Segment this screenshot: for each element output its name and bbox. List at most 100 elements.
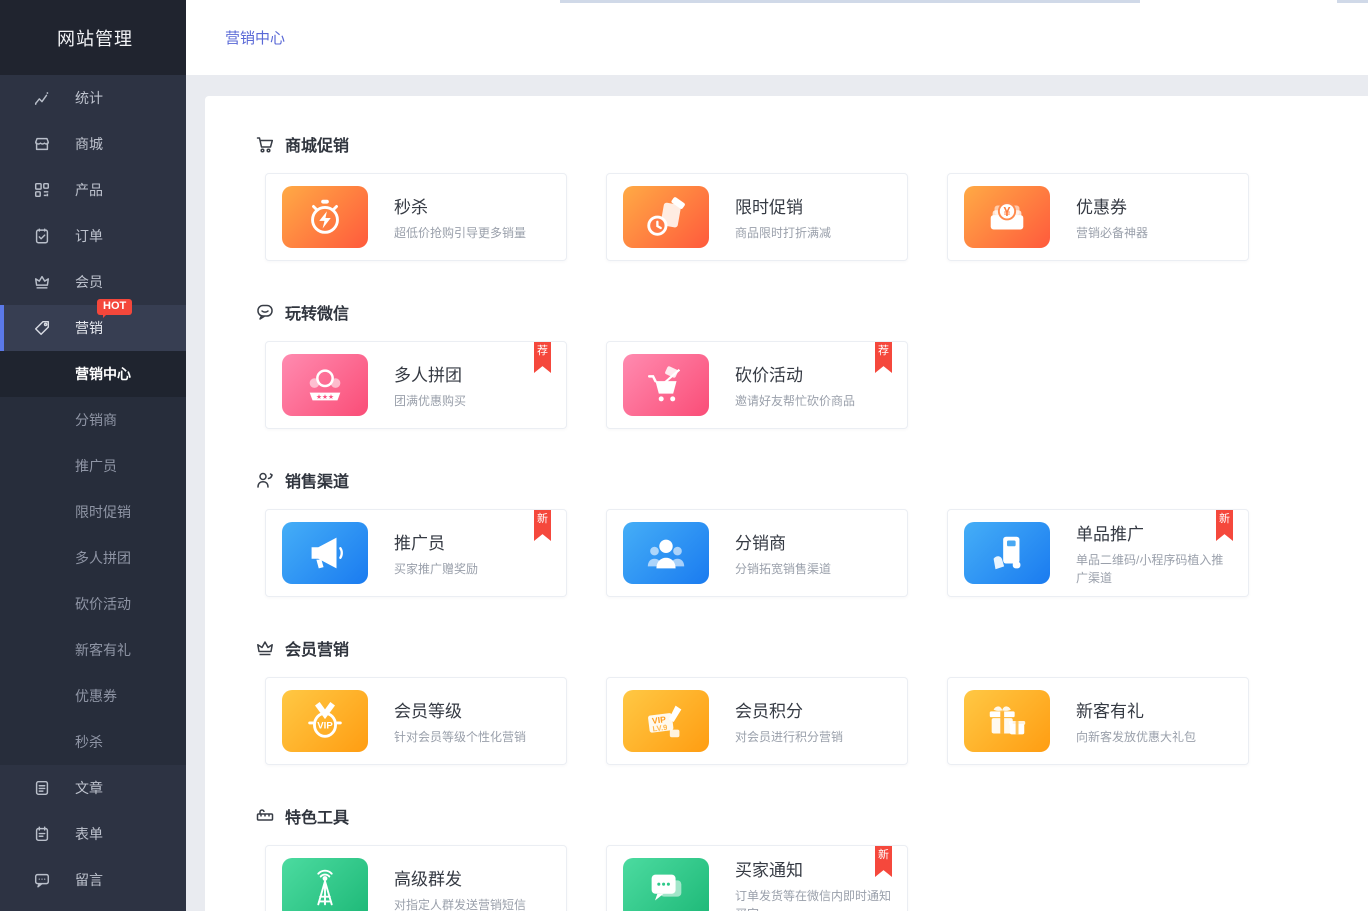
topbar: 营销中心 <box>186 0 1368 75</box>
stars-glyph: ★★★ <box>316 394 334 401</box>
card-desc: 对指定人群发送营销短信 <box>394 896 526 911</box>
section-member-marketing: 会员营销 VIP 会员等级 针对会员等级个性化营销 VI <box>255 637 1328 765</box>
sidebar-item-label: 会员 <box>75 272 103 292</box>
card-desc: 针对会员等级个性化营销 <box>394 728 526 746</box>
submenu-item-bargain[interactable]: 砍价活动 <box>0 581 186 627</box>
card-title: 会员等级 <box>394 697 526 722</box>
submenu-item-group-buy[interactable]: 多人拼团 <box>0 535 186 581</box>
card-title: 砍价活动 <box>735 361 855 386</box>
card-member-level[interactable]: VIP 会员等级 针对会员等级个性化营销 <box>265 677 567 765</box>
wechat-chat-icon <box>255 302 275 322</box>
card-desc: 订单发货等在微信内即时通知买家 <box>735 887 893 911</box>
section-special-tools: 特色工具 高级群发 对指定人群发送营销短信 <box>255 805 1328 911</box>
sidebar-title: 网站管理 <box>0 0 186 75</box>
app-window: 网站管理 统计 商城 产品 订单 <box>0 0 1368 911</box>
content-area: 商城促销 秒杀 超低价抢购引导更多销量 <box>186 75 1368 911</box>
sidebar-item-label: 文章 <box>75 778 103 798</box>
submenu-item-new-customer[interactable]: 新客有礼 <box>0 627 186 673</box>
section-header: 特色工具 <box>255 805 1328 827</box>
card-group-buy[interactable]: ★★★ 多人拼团 团满优惠购买 荐 <box>265 341 567 429</box>
card-promoter[interactable]: 推广员 买家推广赠奖励 新 <box>265 509 567 597</box>
card-member-points[interactable]: VIPLV.9 会员积分 对会员进行积分营销 <box>606 677 908 765</box>
tab-marketing-center[interactable]: 营销中心 <box>225 0 285 75</box>
broadcast-tower-icon <box>282 858 368 911</box>
card-title: 单品推广 <box>1076 520 1234 545</box>
section-sales-channels: 销售渠道 推广员 买家推广赠奖励 新 <box>255 469 1328 597</box>
submenu-item-seckill[interactable]: 秒杀 <box>0 719 186 765</box>
submenu-item-distributors[interactable]: 分销商 <box>0 397 186 443</box>
sidebar-item-products[interactable]: 产品 <box>0 167 186 213</box>
submenu-item-marketing-center[interactable]: 营销中心 <box>0 351 186 397</box>
cart-icon <box>255 134 275 154</box>
card-buyer-notice[interactable]: 买家通知 订单发货等在微信内即时通知买家 新 <box>606 845 908 911</box>
marketing-icon <box>33 319 51 337</box>
browser-top-line <box>1337 0 1368 3</box>
sidebar-item-label: 表单 <box>75 824 103 844</box>
vip-card-icon: VIPLV.9 <box>623 690 709 752</box>
section-title: 会员营销 <box>285 636 349 660</box>
sidebar-item-orders[interactable]: 订单 <box>0 213 186 259</box>
sidebar-item-stats[interactable]: 统计 <box>0 75 186 121</box>
seckill-stopwatch-icon <box>282 186 368 248</box>
chart-icon <box>33 89 51 107</box>
section-title: 特色工具 <box>285 804 349 828</box>
sidebar: 网站管理 统计 商城 产品 订单 <box>0 0 186 911</box>
section-header: 会员营销 <box>255 637 1328 659</box>
sidebar-item-marketing[interactable]: 营销 HOT <box>0 305 186 351</box>
sidebar-item-messages[interactable]: 留言 <box>0 857 186 903</box>
cards-row: 推广员 买家推广赠奖励 新 分销商 分销拓宽销售渠道 <box>265 509 1328 597</box>
marketing-panel: 商城促销 秒杀 超低价抢购引导更多销量 <box>205 96 1368 911</box>
card-title: 优惠券 <box>1076 193 1148 218</box>
sidebar-item-articles[interactable]: 文章 <box>0 765 186 811</box>
section-title: 销售渠道 <box>285 468 349 492</box>
gift-boxes-icon <box>964 690 1050 752</box>
cards-row: VIP 会员等级 针对会员等级个性化营销 VIPLV.9 会员积分 <box>265 677 1328 765</box>
megaphone-icon <box>282 522 368 584</box>
sidebar-item-label: 留言 <box>75 870 103 890</box>
sidebar-item-label: 产品 <box>75 180 103 200</box>
card-desc: 分销拓宽销售渠道 <box>735 560 831 578</box>
card-new-customer-gift[interactable]: 新客有礼 向新客发放优惠大礼包 <box>947 677 1249 765</box>
card-desc: 邀请好友帮忙砍价商品 <box>735 392 855 410</box>
crown-icon <box>255 638 275 658</box>
section-wechat: 玩转微信 ★★★ 多人拼团 团满优惠购买 荐 <box>255 301 1328 429</box>
card-distributor[interactable]: 分销商 分销拓宽销售渠道 <box>606 509 908 597</box>
card-single-item-promo[interactable]: 单品推广 单品二维码/小程序码植入推广渠道 新 <box>947 509 1249 597</box>
store-icon <box>33 135 51 153</box>
sidebar-item-label: 订单 <box>75 226 103 246</box>
card-desc: 商品限时打折满减 <box>735 224 831 242</box>
person-share-icon <box>255 470 275 490</box>
card-desc: 团满优惠购买 <box>394 392 466 410</box>
card-limited-promo[interactable]: 限时促销 商品限时打折满减 <box>606 173 908 261</box>
message-icon <box>33 871 51 889</box>
sidebar-item-members[interactable]: 会员 <box>0 259 186 305</box>
sidebar-item-mall[interactable]: 商城 <box>0 121 186 167</box>
recommend-ribbon: 荐 <box>875 342 892 373</box>
card-title: 新客有礼 <box>1076 697 1196 722</box>
limited-time-icon <box>623 186 709 248</box>
submenu-item-coupons[interactable]: 优惠券 <box>0 673 186 719</box>
card-desc: 买家推广赠奖励 <box>394 560 478 578</box>
submenu-item-promoters[interactable]: 推广员 <box>0 443 186 489</box>
submenu-item-limited-promo[interactable]: 限时促销 <box>0 489 186 535</box>
section-header: 玩转微信 <box>255 301 1328 323</box>
card-title: 高级群发 <box>394 865 526 890</box>
card-bulk-sms[interactable]: 高级群发 对指定人群发送营销短信 <box>265 845 567 911</box>
card-bargain[interactable]: 砍价活动 邀请好友帮忙砍价商品 荐 <box>606 341 908 429</box>
card-desc: 营销必备神器 <box>1076 224 1148 242</box>
sidebar-item-forms[interactable]: 表单 <box>0 811 186 857</box>
card-coupon[interactable]: ¥ 优惠券 营销必备神器 <box>947 173 1249 261</box>
section-header: 销售渠道 <box>255 469 1328 491</box>
chat-notify-icon <box>623 858 709 911</box>
cards-row: 秒杀 超低价抢购引导更多销量 限时促销 商品限时打折满减 <box>265 173 1328 261</box>
sidebar-item-label: 商城 <box>75 134 103 154</box>
card-seckill[interactable]: 秒杀 超低价抢购引导更多销量 <box>265 173 567 261</box>
card-title: 推广员 <box>394 529 478 554</box>
card-title: 秒杀 <box>394 193 526 218</box>
form-icon <box>33 825 51 843</box>
order-icon <box>33 227 51 245</box>
coupon-icon: ¥ <box>964 186 1050 248</box>
bargain-cart-icon <box>623 354 709 416</box>
recommend-ribbon: 荐 <box>534 342 551 373</box>
phone-hand-icon <box>964 522 1050 584</box>
